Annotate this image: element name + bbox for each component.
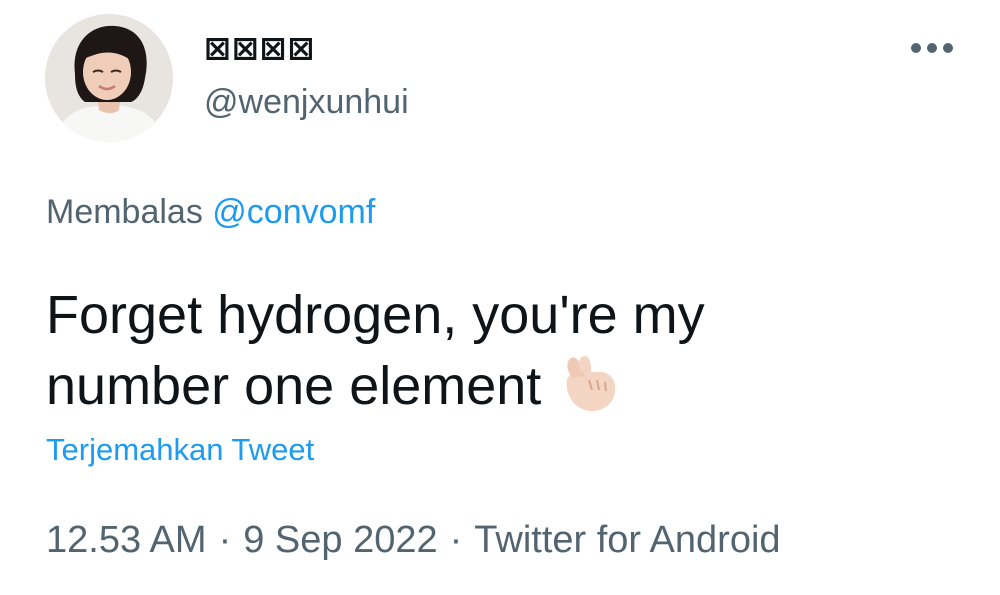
tweet-meta: 12.53 AM · 9 Sep 2022 · Twitter for Android: [46, 518, 781, 562]
replying-to: Membalas @convomf: [46, 192, 375, 232]
tweet-time[interactable]: 12.53 AM: [46, 519, 207, 561]
translate-tweet-link[interactable]: Terjemahkan Tweet: [46, 430, 314, 470]
more-options-button[interactable]: [904, 28, 960, 68]
finger-heart-emoji-icon: [566, 356, 616, 412]
tweet-date[interactable]: 9 Sep 2022: [243, 519, 437, 561]
tweet-line-2: number one element: [46, 350, 946, 421]
meta-separator: ·: [449, 519, 463, 561]
replying-prefix: Membalas: [46, 193, 203, 231]
tweet-text: Forget hydrogen, you're my number one el…: [46, 280, 946, 421]
user-handle[interactable]: @wenjxunhui: [204, 82, 409, 122]
more-horizontal-icon: [911, 43, 953, 53]
tweet-source[interactable]: Twitter for Android: [474, 519, 780, 561]
tweet-line-2-text: number one element: [46, 356, 542, 416]
meta-separator: ·: [218, 519, 232, 561]
reply-mention-link[interactable]: @convomf: [212, 193, 375, 231]
avatar[interactable]: [45, 14, 173, 142]
tweet-line-1: Forget hydrogen, you're my: [46, 285, 705, 345]
display-name[interactable]: ⊠⊠⊠⊠: [204, 30, 315, 66]
profile-photo-icon: [45, 14, 173, 142]
